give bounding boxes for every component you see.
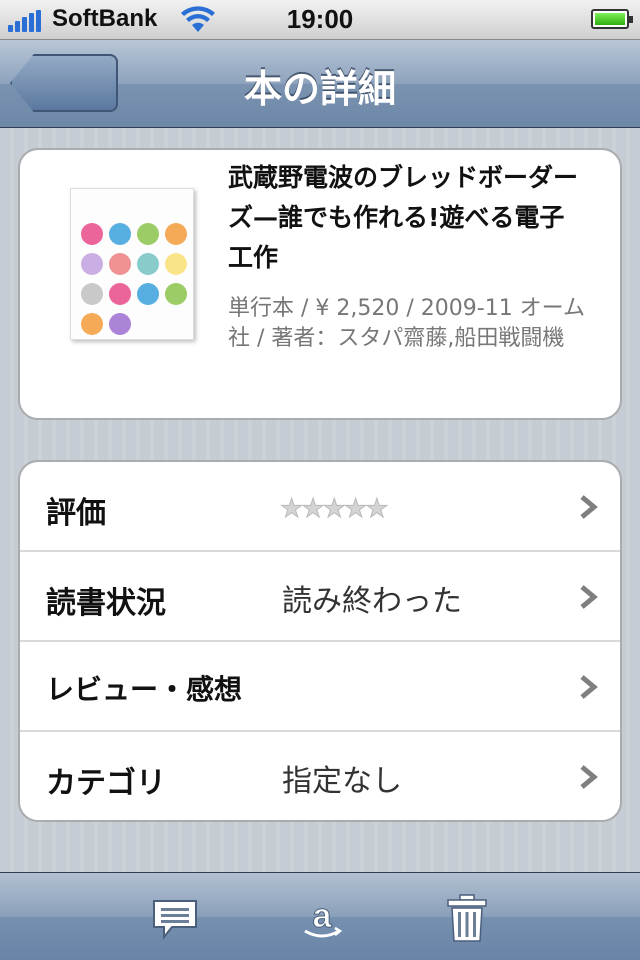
rating-row[interactable]: 評価 ★ ★ ★ ★ ★ (20, 462, 620, 552)
svg-text:a: a (313, 897, 333, 935)
reading-status-value: 読み終わった (282, 584, 462, 619)
status-time: 19:00 (286, 4, 354, 34)
reading-status-label: 読書状況 (46, 586, 166, 621)
rating-star-icon: ★ (301, 494, 325, 524)
book-detail-table: 評価 ★ ★ ★ ★ ★ 読書状況 読み終わった レビュー・感想 カテゴリ 指定なし (18, 460, 622, 822)
trash-icon[interactable] (442, 893, 492, 943)
navigation-bar: 本の詳細 (0, 40, 640, 128)
rating-star-icon: ★ (365, 494, 389, 524)
book-meta: 単行本 / ¥ 2,520 / 2009-11 オーム社 / 著者：スタパ齋藤,… (228, 296, 586, 351)
chevron-right-icon (580, 495, 598, 519)
cover-dot (81, 313, 103, 335)
cover-dot (165, 253, 187, 275)
page-title: 本の詳細 (243, 67, 396, 111)
cover-title-art (77, 195, 190, 217)
chevron-right-icon (580, 585, 598, 609)
cover-dot (109, 223, 131, 245)
cover-dot (137, 223, 159, 245)
cover-dot (81, 253, 103, 275)
cover-dot (109, 253, 131, 275)
category-label: カテゴリ (46, 766, 166, 801)
cover-dot (81, 283, 103, 305)
comment-icon[interactable] (150, 893, 200, 943)
review-label: レビュー・感想 (46, 673, 243, 706)
cover-dot (109, 283, 131, 305)
rating-star-icon: ★ (279, 494, 304, 524)
rating-star-icon: ★ (322, 494, 346, 524)
cover-dot (137, 283, 159, 305)
amazon-icon[interactable]: a (297, 893, 347, 943)
book-summary-card: 武蔵野電波のブレッドボーダーズ—誰でも作れる!遊べる電子工作 単行本 / ¥ 2… (18, 148, 622, 420)
status-bar: SoftBank 19:00 (0, 0, 640, 40)
chevron-right-icon (580, 765, 598, 789)
battery-icon (591, 9, 633, 29)
rating-stars: ★ ★ ★ ★ ★ (279, 494, 389, 524)
bottom-toolbar: a (0, 872, 640, 960)
rating-label: 評価 (46, 496, 106, 531)
rating-star-icon: ★ (343, 494, 368, 524)
category-value: 指定なし (282, 764, 402, 799)
cover-dot (165, 283, 187, 305)
chevron-right-icon (580, 675, 598, 699)
cover-dot (109, 313, 131, 335)
cover-dot (137, 253, 159, 275)
book-title: 武蔵野電波のブレッドボーダーズ—誰でも作れる!遊べる電子工作 (228, 163, 579, 272)
cover-dot (165, 223, 187, 245)
cover-dot (81, 223, 103, 245)
reading-status-row[interactable]: 読書状況 読み終わった (20, 552, 620, 642)
category-row[interactable]: カテゴリ 指定なし (20, 732, 620, 820)
review-row[interactable]: レビュー・感想 (20, 642, 620, 732)
book-cover-image (70, 188, 194, 340)
